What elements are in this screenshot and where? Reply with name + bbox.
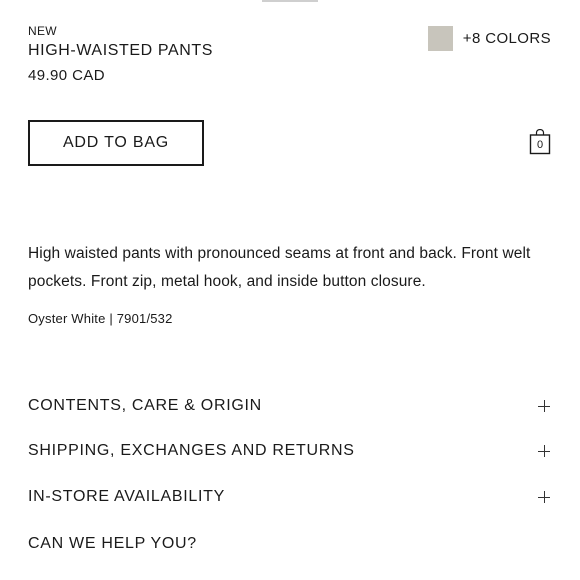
color-reference: Oyster White | 7901/532: [28, 311, 173, 326]
product-price: 49.90 CAD: [28, 67, 105, 84]
accordion-shipping-returns[interactable]: SHIPPING, EXCHANGES AND RETURNS: [28, 442, 552, 460]
product-title: HIGH-WAISTED PANTS: [28, 42, 214, 59]
accordion-in-store-availability[interactable]: IN-STORE AVAILABILITY: [28, 488, 552, 506]
more-colors-link[interactable]: +8 COLORS: [463, 30, 551, 47]
add-to-bag-button[interactable]: ADD TO BAG: [28, 120, 204, 166]
bag-count: 0: [536, 139, 544, 151]
new-badge: NEW: [28, 24, 57, 38]
plus-icon[interactable]: [538, 445, 550, 457]
accordion-contents-care-origin[interactable]: CONTENTS, CARE & ORIGIN: [28, 397, 552, 415]
color-selector[interactable]: +8 COLORS: [427, 26, 551, 51]
plus-icon[interactable]: [538, 491, 550, 503]
help-link[interactable]: CAN WE HELP YOU?: [28, 535, 197, 553]
plus-icon[interactable]: [538, 400, 550, 412]
color-swatch-oyster-white[interactable]: [427, 26, 453, 51]
accordion-label: CONTENTS, CARE & ORIGIN: [28, 397, 262, 414]
accordion-label: IN-STORE AVAILABILITY: [28, 488, 225, 505]
product-description: High waisted pants with pronounced seams…: [28, 245, 531, 290]
image-pager-indicator: [262, 0, 318, 2]
shopping-bag-icon[interactable]: 0: [529, 129, 551, 155]
accordion-label: SHIPPING, EXCHANGES AND RETURNS: [28, 442, 355, 459]
